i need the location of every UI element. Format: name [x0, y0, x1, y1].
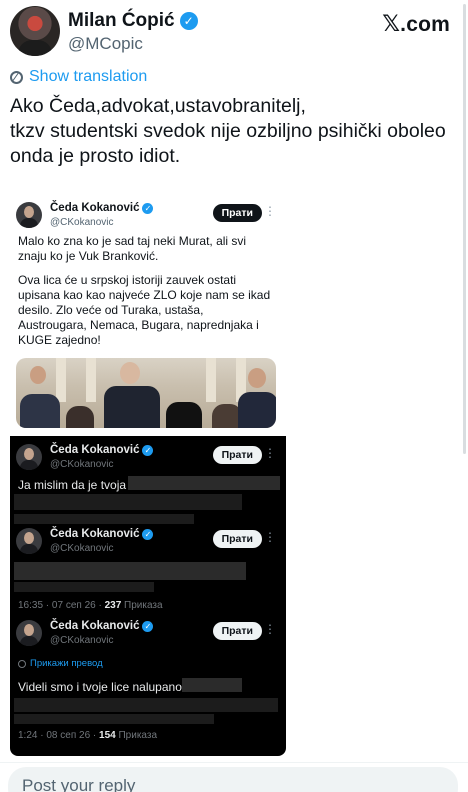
- redaction-bar: [182, 678, 242, 692]
- quoted-line: Austrougara, Nemaca, Bugara, naprednjaka…: [18, 318, 259, 332]
- reply-handle: @CKokanovic: [50, 543, 114, 554]
- follow-button: Прати: [212, 446, 262, 464]
- quoted-line: upisana kao kao najveće ZLO koje nam se …: [18, 288, 271, 302]
- tweet-line: Ako Čeda,advokat,ustavobranitelj,: [10, 95, 306, 117]
- x-logo-suffix: .com: [400, 13, 450, 36]
- quoted-text: Malo ko zna ko je sad taj neki Murat, al…: [18, 234, 270, 348]
- quoted-post-header: Čeda Kokanović ✓ @CKokanovic Прати ⋮: [16, 202, 276, 236]
- reply-handle: @CKokanovic: [50, 635, 114, 646]
- reply-header: Čeda Kokanović ✓ @CKokanovic Прати ⋮: [16, 528, 276, 562]
- more-icon: ⋮: [264, 204, 276, 218]
- reply-avatar: [16, 620, 42, 646]
- quoted-line: Ova lica će u srpskoj istoriji zauvek os…: [18, 273, 237, 287]
- author-name[interactable]: Milan Ćopić: [68, 10, 175, 32]
- reply-text: Ja mislim da je tvoja: [18, 478, 127, 492]
- reply-meta-views: 237: [104, 600, 122, 611]
- quoted-name: Čeda Kokanović: [50, 202, 140, 214]
- more-icon: ⋮: [264, 530, 276, 544]
- tweet-line: onda je prosto idiot.: [10, 145, 181, 167]
- show-translation-label: Show translation: [29, 68, 148, 85]
- x-logo: 𝕏.com: [382, 12, 450, 37]
- reply-meta-views: 154: [99, 730, 116, 741]
- tweet-line: tkzv studentski svedok nije ozbiljno psi…: [10, 120, 446, 142]
- more-icon: ⋮: [264, 622, 276, 636]
- reply-name-row: Čeda Kokanović ✓: [50, 620, 154, 632]
- quoted-line: desilo. Zlo veće od Turaka, ustaša,: [18, 303, 204, 317]
- author-avatar[interactable]: [10, 6, 60, 56]
- reply-meta-time: 16:35 · 07 сеп 26 ·: [18, 600, 105, 611]
- reply-meta: 1:24 · 08 сеп 26 · 154 Приказа: [18, 730, 157, 741]
- redaction-bar: [128, 476, 280, 490]
- reply-placeholder: Post your reply: [22, 776, 136, 792]
- quoted-handle: @CKokanovic: [50, 217, 114, 228]
- redaction-bar: [14, 714, 214, 724]
- verified-badge-icon: ✓: [142, 620, 154, 632]
- quoted-line: Malo ko zna ko je sad taj neki Murat, al…: [18, 234, 247, 248]
- verified-badge-icon: ✓: [142, 202, 154, 214]
- reply-translate-label: Прикажи превод: [30, 658, 103, 669]
- follow-button: Прати: [212, 622, 262, 640]
- author-handle[interactable]: @MCopic: [68, 34, 143, 54]
- x-logo-glyph: 𝕏: [382, 12, 401, 37]
- redaction-bar: [14, 698, 278, 712]
- reply-header: Čeda Kokanović ✓ @CKokanovic Прати ⋮: [16, 444, 276, 478]
- reply-meta-views-label: Приказа: [121, 600, 163, 611]
- translate-icon: [10, 70, 23, 84]
- reply-meta-time: 1:24 · 08 сеп 26 ·: [18, 730, 100, 741]
- verified-badge-icon: ✓: [179, 12, 198, 30]
- follow-button: Прати: [212, 204, 262, 222]
- redaction-bar: [14, 582, 154, 592]
- quoted-line: KUGE zajedno!: [18, 333, 101, 347]
- reply-header: Čeda Kokanović ✓ @CKokanovic Прати ⋮: [16, 620, 276, 654]
- more-icon: ⋮: [264, 446, 276, 460]
- tweet-text: Ako Čeda,advokat,ustavobranitelj, tkzv s…: [10, 94, 460, 169]
- reply-text: Videli smo i tvoje lice nalupano: [18, 680, 182, 694]
- replies-panel: Čeda Kokanović ✓ @CKokanovic Прати ⋮ Ja …: [10, 436, 286, 756]
- reply-name: Čeda Kokanović: [50, 528, 140, 540]
- translate-icon: [18, 659, 26, 668]
- reply-input[interactable]: Post your reply: [8, 767, 458, 792]
- quoted-avatar: [16, 202, 42, 228]
- reply-name-row: Čeda Kokanović ✓: [50, 444, 154, 456]
- quoted-line: [18, 264, 270, 273]
- verified-badge-icon: ✓: [142, 528, 154, 540]
- quoted-line: znaju ko je Vuk Branković.: [18, 249, 159, 263]
- show-translation-link[interactable]: Show translation: [10, 68, 147, 86]
- embedded-screenshot[interactable]: Čeda Kokanović ✓ @CKokanovic Прати ⋮ Mal…: [10, 194, 286, 756]
- reply-name-row: Čeda Kokanović ✓: [50, 528, 154, 540]
- reply-avatar: [16, 528, 42, 554]
- reply-meta-views-label: Приказа: [115, 730, 158, 741]
- quoted-name-row: Čeda Kokanović ✓: [50, 202, 154, 214]
- author-name-row[interactable]: Milan Ćopić ✓: [68, 10, 198, 32]
- reply-name: Čeda Kokanović: [50, 620, 140, 632]
- redaction-bar: [14, 494, 242, 510]
- redaction-bar: [14, 514, 194, 524]
- verified-badge-icon: ✓: [142, 444, 154, 456]
- redaction-bar: [14, 562, 246, 580]
- reply-translate-link: Прикажи превод: [18, 658, 103, 669]
- divider: [0, 762, 468, 763]
- reply-handle: @CKokanovic: [50, 459, 114, 470]
- quoted-photo: [16, 358, 276, 428]
- quoted-post: Čeda Kokanović ✓ @CKokanovic Прати ⋮ Mal…: [10, 194, 286, 434]
- reply-meta: 16:35 · 07 сеп 26 · 237 Приказа: [18, 600, 163, 611]
- tweet-header: Milan Ćopić ✓ @MCopic 𝕏.com: [10, 6, 456, 58]
- reply-name: Čeda Kokanović: [50, 444, 140, 456]
- scrollbar[interactable]: [463, 4, 466, 454]
- reply-avatar: [16, 444, 42, 470]
- follow-button: Прати: [212, 530, 262, 548]
